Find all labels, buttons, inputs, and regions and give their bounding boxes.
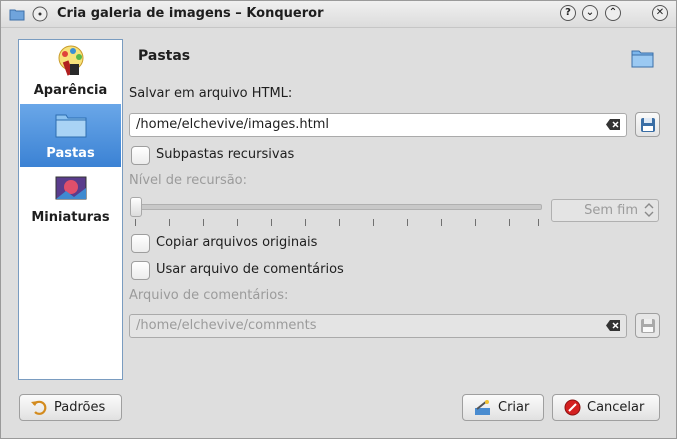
create-button[interactable]: Criar [462, 394, 544, 421]
slider-tick [373, 219, 374, 226]
defaults-label: Padrões [54, 400, 106, 415]
html-file-label: Salvar em arquivo HTML: [129, 86, 293, 101]
recursive-label: Subpastas recursivas [156, 147, 295, 162]
slider-tick [538, 219, 539, 226]
recursion-level-label: Nível de recursão: [129, 173, 248, 188]
copy-originals-checkbox[interactable] [131, 234, 150, 253]
copy-originals-label: Copiar arquivos originais [156, 235, 318, 250]
defaults-button[interactable]: Padrões [19, 394, 122, 421]
recursion-slider-handle[interactable] [130, 197, 142, 217]
cancel-icon [564, 399, 581, 416]
wizard-icon [475, 400, 490, 415]
slider-tick [407, 219, 408, 226]
recursion-slider-track [133, 204, 542, 210]
slider-tick [475, 219, 476, 226]
recursion-spinbox[interactable]: Sem fim [551, 199, 659, 222]
slider-tick [203, 219, 204, 226]
use-comments-label: Usar arquivo de comentários [156, 262, 344, 277]
page-sidebar: Aparência Pastas Miniaturas [18, 39, 123, 380]
slider-tick [305, 219, 306, 226]
html-file-input[interactable]: /home/elchevive/images.html [129, 113, 627, 137]
slider-tick [237, 219, 238, 226]
recursion-value: Sem fim [584, 203, 638, 218]
title-bar: Cria galeria de imagens – Konqueror ? ⌄ … [1, 1, 676, 28]
comments-file-value: /home/elchevive/comments [136, 318, 317, 333]
dialog-window: Cria galeria de imagens – Konqueror ? ⌄ … [0, 0, 677, 439]
palette-icon [58, 45, 84, 76]
sidebar-item-label: Miniaturas [31, 210, 110, 225]
defaults-icon [31, 400, 47, 415]
use-comments-checkbox[interactable] [131, 261, 150, 280]
slider-tick [509, 219, 510, 226]
sidebar-item-appearance[interactable]: Aparência [20, 41, 121, 104]
cancel-button[interactable]: Cancelar [552, 394, 660, 421]
spin-arrows-icon[interactable] [644, 202, 654, 218]
image-icon [55, 176, 87, 200]
folder-icon[interactable] [9, 6, 25, 22]
slider-tick [339, 219, 340, 226]
help-button[interactable]: ? [560, 5, 576, 21]
minimize-button[interactable]: ⌄ [582, 5, 598, 21]
slider-tick [169, 219, 170, 226]
window-title: Cria galeria de imagens – Konqueror [57, 6, 324, 21]
folder-icon [55, 114, 87, 138]
page-title: Pastas [138, 48, 191, 64]
comments-file-input[interactable]: /home/elchevive/comments [129, 314, 627, 338]
cancel-label: Cancelar [587, 400, 645, 415]
sidebar-item-label: Aparência [33, 83, 108, 98]
sidebar-item-thumbnails[interactable]: Miniaturas [20, 168, 121, 231]
slider-tick [441, 219, 442, 226]
save-icon [641, 319, 655, 333]
sidebar-item-folders[interactable]: Pastas [20, 104, 121, 167]
comments-file-label: Arquivo de comentários: [129, 288, 289, 303]
clear-icon[interactable] [606, 119, 620, 130]
slider-tick [135, 219, 136, 226]
browse-html-button[interactable] [635, 112, 660, 137]
close-button[interactable]: ✕ [652, 5, 668, 21]
browse-comments-button[interactable] [635, 313, 660, 338]
maximize-button[interactable]: ⌃ [605, 5, 621, 21]
save-icon [641, 118, 655, 132]
html-file-value: /home/elchevive/images.html [136, 117, 329, 132]
folder-icon [631, 50, 654, 68]
recursive-checkbox[interactable] [131, 146, 150, 165]
window-menu-icon[interactable] [32, 6, 48, 22]
create-label: Criar [498, 400, 530, 415]
sidebar-item-label: Pastas [46, 146, 95, 161]
clear-icon[interactable] [606, 320, 620, 331]
slider-tick [271, 219, 272, 226]
